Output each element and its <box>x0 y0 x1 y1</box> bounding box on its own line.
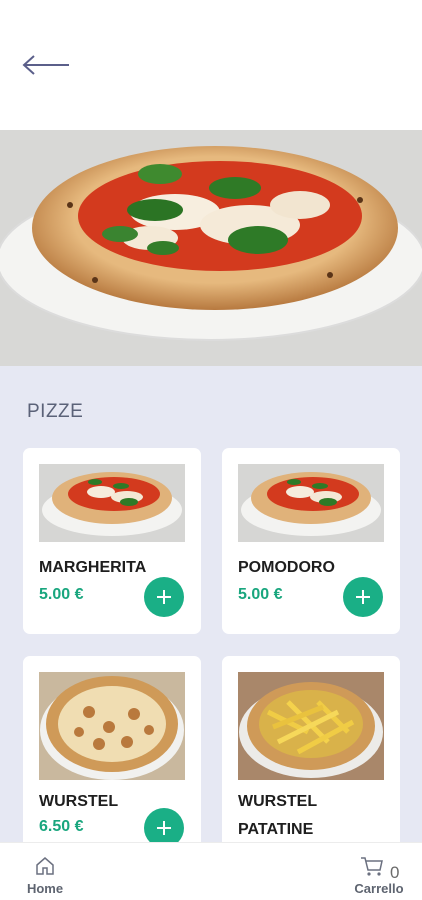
nav-home-label: Home <box>26 881 64 896</box>
product-image <box>39 464 185 542</box>
margherita-pizza-photo <box>0 130 422 366</box>
home-icon <box>36 857 54 875</box>
product-price: 6.50 € <box>39 818 84 835</box>
add-to-cart-button[interactable] <box>144 577 184 617</box>
plus-icon <box>157 821 171 835</box>
arrow-left-icon <box>22 55 69 75</box>
product-name: WURSTEL PATATINE <box>238 793 317 838</box>
nav-cart[interactable]: 0 Carrello <box>346 855 412 899</box>
wurstel-pizza-photo <box>39 672 185 780</box>
hero-image <box>0 130 422 366</box>
plus-icon <box>157 590 171 604</box>
product-image <box>39 672 185 780</box>
cart-count: 0 <box>390 863 400 882</box>
margherita-pizza-photo <box>39 464 185 542</box>
add-to-cart-button[interactable] <box>343 577 383 617</box>
product-image <box>238 464 384 542</box>
header <box>0 0 422 130</box>
margherita-pizza-photo <box>238 464 384 542</box>
product-image <box>238 672 384 780</box>
nav-cart-label: Carrello <box>354 881 404 896</box>
product-card-wurstel[interactable]: WURSTEL 6.50 € <box>23 656 201 856</box>
product-card-margherita[interactable]: MARGHERITA 5.00 € <box>23 448 201 634</box>
product-price: 5.00 € <box>238 586 283 603</box>
product-price: 5.00 € <box>39 586 84 603</box>
product-card-wurstel-patatine[interactable]: WURSTEL PATATINE <box>222 656 400 856</box>
bottom-nav: Home 0 Carrello <box>0 842 422 900</box>
nav-home[interactable]: Home <box>20 855 70 899</box>
menu-section: PIZZE MARGHERITA 5.00 € POMODORO 5.00 € … <box>0 366 422 900</box>
section-title: PIZZE <box>27 401 84 422</box>
cart-icon <box>361 857 383 876</box>
wurstel-fries-pizza-photo <box>238 672 384 780</box>
product-card-pomodoro[interactable]: POMODORO 5.00 € <box>222 448 400 634</box>
back-button[interactable] <box>18 48 74 82</box>
plus-icon <box>356 590 370 604</box>
